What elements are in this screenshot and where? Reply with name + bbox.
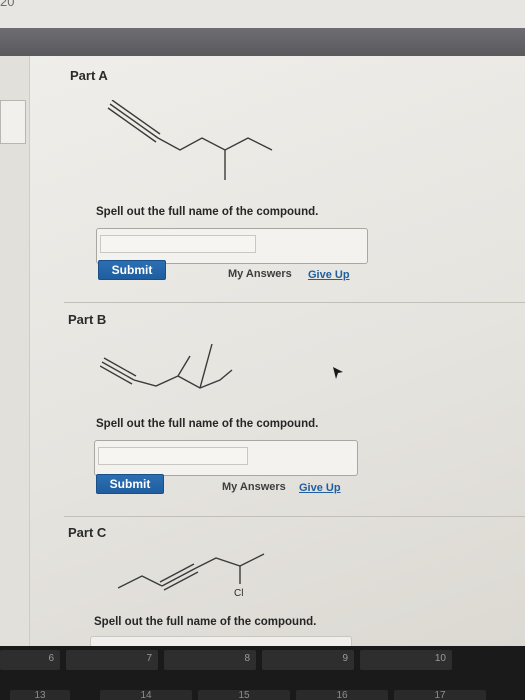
divider-a-b	[64, 302, 525, 303]
part-b-answer-input[interactable]	[98, 447, 248, 465]
part-a-give-up-link[interactable]: Give Up	[308, 269, 350, 281]
part-c-structure	[118, 553, 265, 591]
part-c-chlorine-label: Cl	[234, 588, 244, 599]
top-strip: 20	[0, 0, 525, 28]
part-a-title: Part A	[70, 68, 108, 83]
key-14: 14	[100, 690, 192, 700]
side-panel-box[interactable]	[0, 100, 26, 144]
key-15: 15	[198, 690, 290, 700]
key-17: 17	[394, 690, 486, 700]
mouse-pointer-icon	[333, 367, 343, 379]
part-c-title: Part C	[68, 525, 107, 540]
key-f9: 9	[262, 650, 354, 670]
part-a-answer-input[interactable]	[100, 235, 256, 253]
key-f10: 10	[360, 650, 452, 670]
key-16: 16	[296, 690, 388, 700]
key-f6: 6	[0, 650, 60, 670]
part-b-give-up-link[interactable]: Give Up	[299, 482, 341, 494]
key-f8: 8	[164, 650, 256, 670]
part-b-title: Part B	[68, 312, 107, 327]
part-b-prompt: Spell out the full name of the compound.	[96, 418, 319, 430]
part-a-submit-button[interactable]: Submit	[98, 260, 166, 280]
key-f7: 7	[66, 650, 158, 670]
part-a-prompt: Spell out the full name of the compound.	[96, 206, 319, 218]
left-gutter	[0, 56, 30, 646]
part-b-my-answers-link[interactable]: My Answers	[222, 481, 286, 493]
part-c-prompt: Spell out the full name of the compound.	[94, 616, 317, 628]
part-b-structure	[100, 343, 233, 389]
divider-b-c	[64, 516, 525, 517]
key-13: 13	[10, 690, 70, 700]
header-bar	[0, 28, 525, 56]
corner-number: 20	[0, 0, 15, 9]
part-a-my-answers-link[interactable]: My Answers	[228, 268, 292, 280]
part-a-structure	[107, 100, 273, 180]
part-b-submit-button[interactable]: Submit	[96, 474, 164, 494]
